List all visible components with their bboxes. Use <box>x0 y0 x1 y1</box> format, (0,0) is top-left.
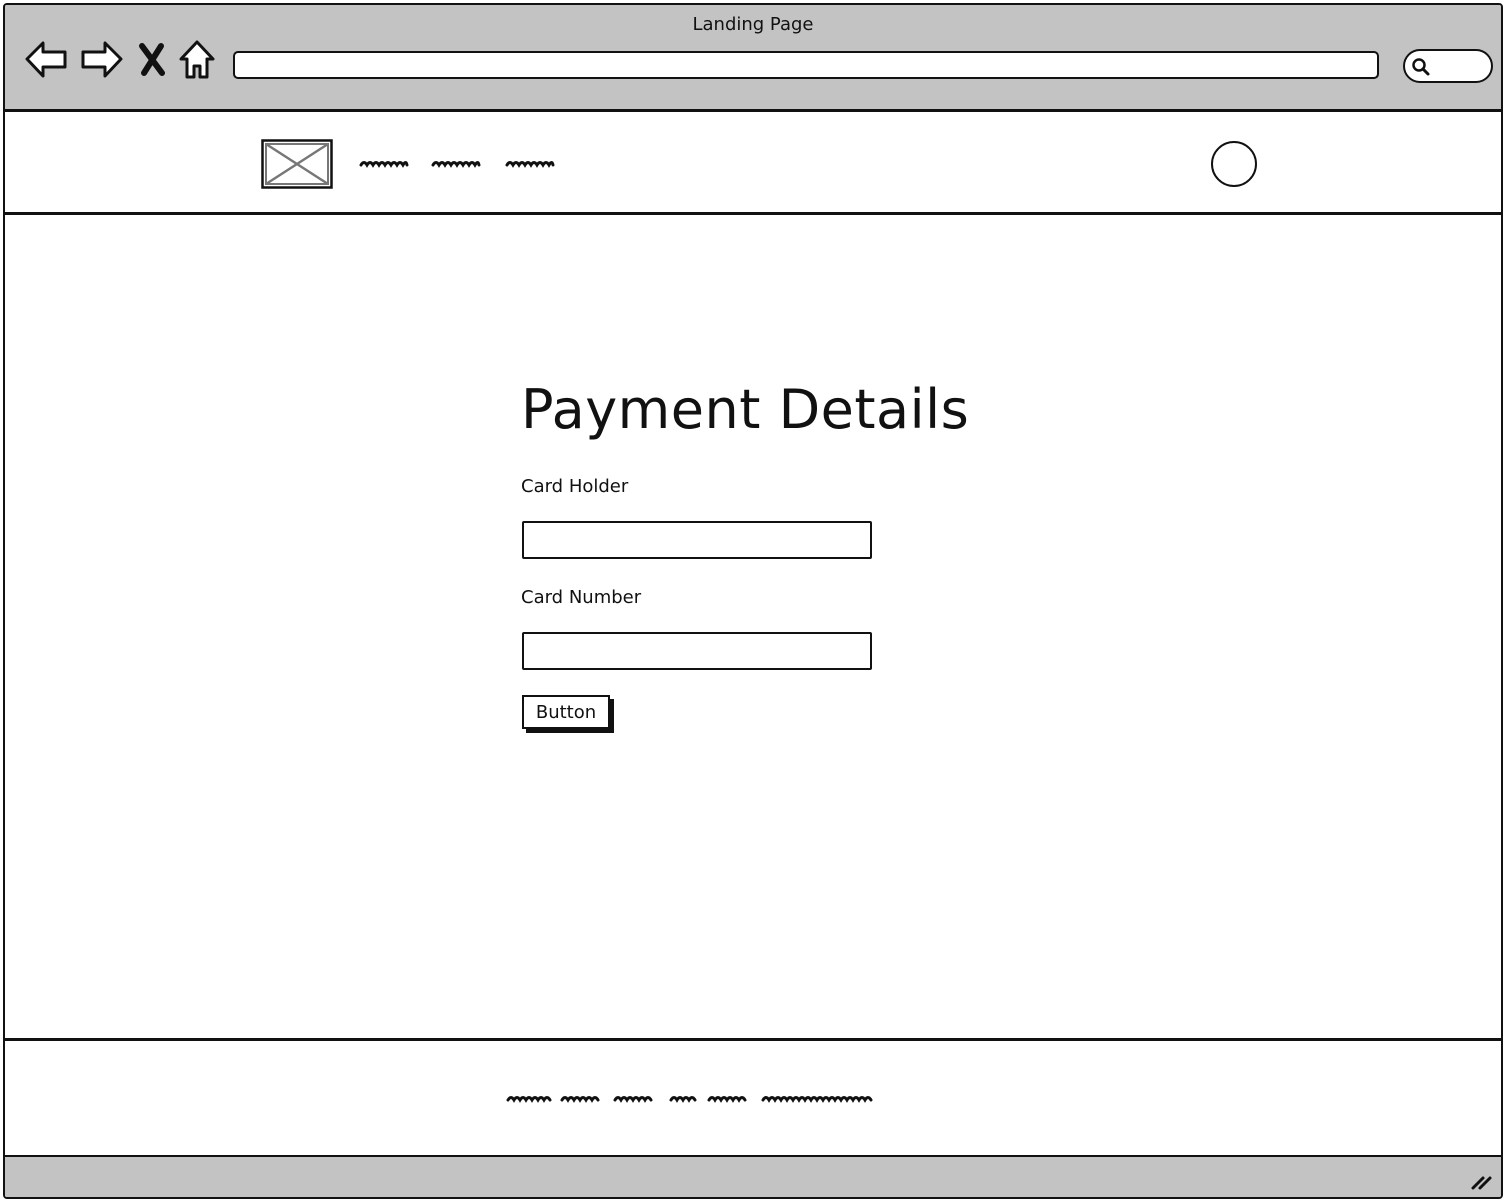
home-icon <box>179 40 215 79</box>
back-button[interactable] <box>23 37 69 83</box>
site-footer <box>5 1038 1501 1159</box>
site-header <box>5 115 1501 215</box>
address-bar[interactable] <box>233 51 1379 79</box>
image-placeholder-icon[interactable] <box>261 139 333 189</box>
card-number-input[interactable] <box>522 632 872 670</box>
status-bar <box>5 1157 1501 1197</box>
search-icon <box>1412 58 1430 76</box>
avatar-circle-icon[interactable] <box>1211 141 1257 187</box>
footer-text-scribble <box>506 1096 873 1103</box>
forward-button[interactable] <box>79 37 125 83</box>
browser-window: Landing Page Payment Details Card Holder… <box>3 3 1503 1199</box>
browser-toolbar: Landing Page <box>5 5 1501 112</box>
nav-link-1[interactable] <box>359 157 409 169</box>
page-title: Payment Details <box>521 378 970 441</box>
card-holder-label: Card Holder <box>521 476 629 497</box>
stop-button[interactable] <box>133 37 171 83</box>
nav-link-2[interactable] <box>431 157 481 169</box>
browser-search-field[interactable] <box>1403 49 1493 83</box>
forward-arrow-icon <box>81 41 123 78</box>
window-title: Landing Page <box>692 14 814 35</box>
submit-button[interactable]: Button <box>522 695 610 729</box>
resize-grip-icon[interactable] <box>1469 1167 1493 1191</box>
home-button[interactable] <box>175 37 221 83</box>
card-holder-input[interactable] <box>522 521 872 559</box>
stop-icon <box>139 43 165 76</box>
card-number-label: Card Number <box>521 587 642 608</box>
main-content: Payment Details Card Holder Card Number … <box>5 218 1501 1041</box>
back-arrow-icon <box>25 41 67 78</box>
nav-link-3[interactable] <box>505 157 555 169</box>
